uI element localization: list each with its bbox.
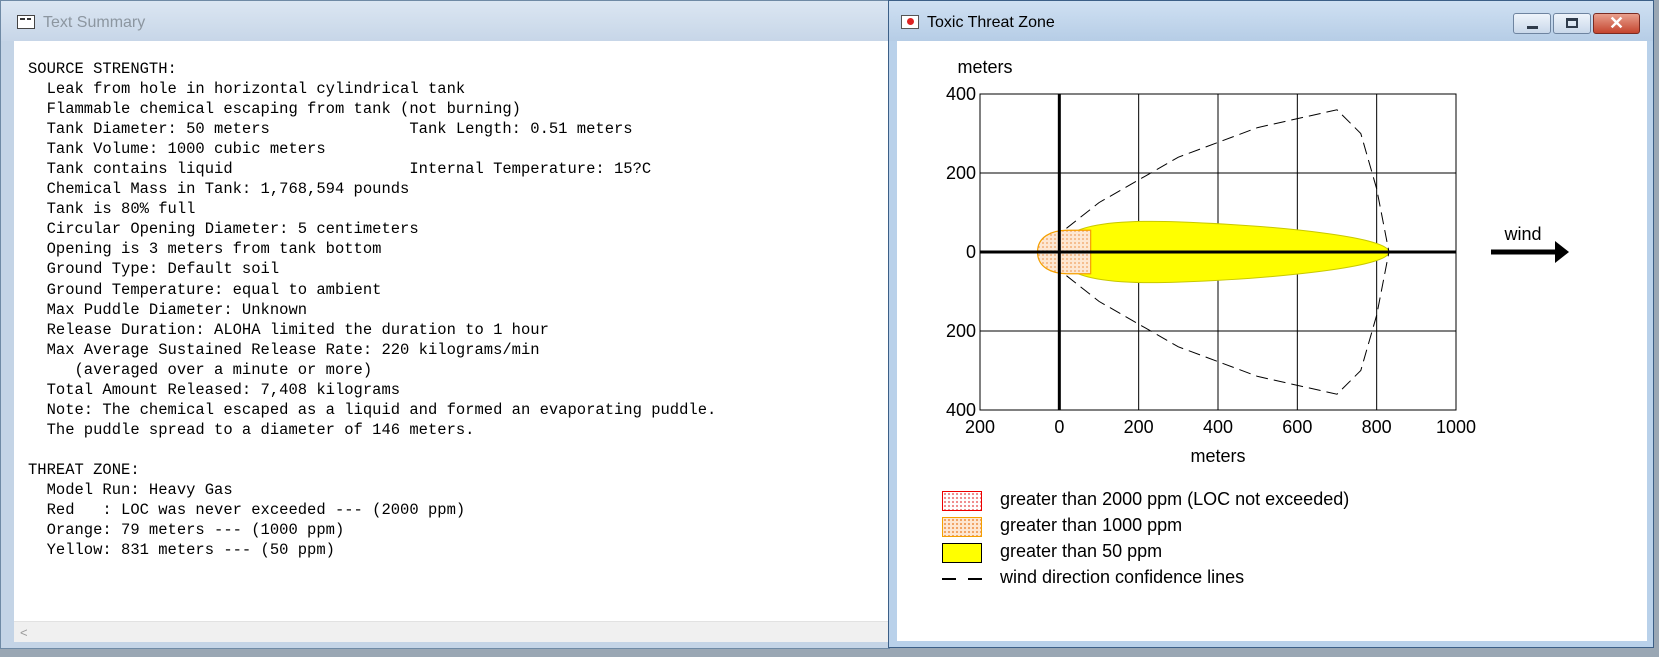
- maximize-icon: [1566, 18, 1578, 28]
- threat-zone-title: Toxic Threat Zone: [927, 14, 1055, 31]
- toxic-threat-zone-window[interactable]: Toxic Threat Zone ✕ 200 0 200 400 600 800 1000…: [888, 0, 1654, 648]
- horizontal-scrollbar[interactable]: <: [14, 621, 889, 642]
- summary-text: SOURCE STRENGTH: Leak from hole in horiz…: [28, 60, 717, 560]
- minimize-icon: [1527, 26, 1538, 29]
- close-icon: ✕: [1609, 13, 1625, 33]
- threat-zone-titlebar[interactable]: Toxic Threat Zone ✕: [889, 1, 1653, 41]
- legend-swatch-red: [942, 491, 982, 511]
- y-tick-label: 200: [946, 321, 976, 341]
- y-tick-label: 0: [966, 242, 976, 262]
- scroll-left-icon[interactable]: <: [20, 625, 28, 640]
- legend-swatch-orange: [942, 517, 982, 537]
- maximize-button[interactable]: [1553, 13, 1591, 34]
- legend-label-orange: greater than 1000 ppm: [1000, 515, 1183, 535]
- wind-arrow-icon: [1555, 241, 1569, 263]
- x-tick-label: 0: [1054, 417, 1064, 437]
- y-tick-label: 400: [946, 400, 976, 420]
- legend-label-yellow: greater than 50 ppm: [1000, 541, 1163, 561]
- x-tick-label: 200: [965, 417, 995, 437]
- text-summary-window[interactable]: Text Summary SOURCE STRENGTH: Leak from …: [0, 0, 890, 649]
- text-window-icon: [17, 15, 35, 29]
- y-tick-label: 400: [946, 84, 976, 104]
- x-axis-label: meters: [1190, 446, 1245, 466]
- text-summary-content-area: SOURCE STRENGTH: Leak from hole in horiz…: [14, 41, 889, 621]
- legend-label-dash: wind direction confidence lines: [1000, 567, 1245, 587]
- x-tick-label: 1000: [1436, 417, 1476, 437]
- x-tick-label: 800: [1362, 417, 1392, 437]
- minimize-button[interactable]: [1513, 13, 1551, 34]
- legend-swatch-yellow: [942, 543, 982, 563]
- wind-label: wind: [1503, 224, 1541, 244]
- text-summary-titlebar[interactable]: Text Summary: [1, 1, 889, 41]
- threat-window-icon: [901, 15, 919, 29]
- close-button[interactable]: ✕: [1593, 13, 1640, 34]
- legend-swatch-dash: [942, 578, 982, 580]
- y-tick-label: 200: [946, 163, 976, 183]
- threat-zone-plot-area: 200 0 200 400 600 800 1000 400 200 0 200 400 meters m…: [897, 41, 1647, 641]
- y-axis-label: meters: [957, 57, 1012, 77]
- x-tick-label: 200: [1124, 417, 1154, 437]
- text-summary-title: Text Summary: [43, 14, 146, 31]
- x-tick-label: 400: [1203, 417, 1233, 437]
- legend-label-red: greater than 2000 ppm (LOC not exceeded): [1000, 489, 1350, 509]
- x-tick-label: 600: [1282, 417, 1312, 437]
